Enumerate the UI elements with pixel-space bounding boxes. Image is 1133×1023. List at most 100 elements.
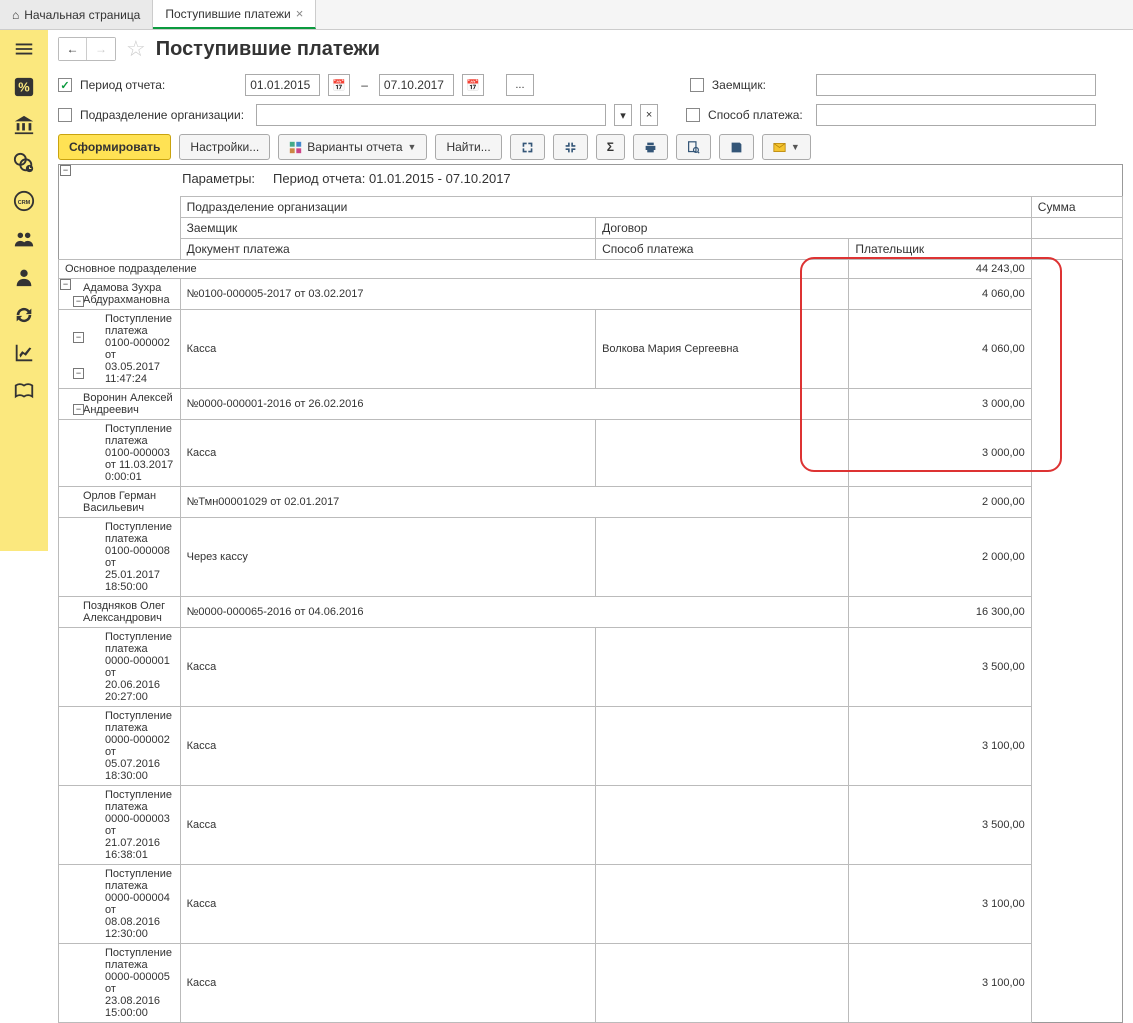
cell-sum: 2 000,00	[849, 518, 1031, 597]
cell-sum: 3 500,00	[849, 628, 1031, 707]
table-row[interactable]: Поступление платежа 0000-000002 от 05.07…	[59, 707, 1123, 786]
percent-icon[interactable]: %	[11, 74, 37, 100]
mail-icon	[773, 141, 786, 154]
save-button[interactable]	[719, 134, 754, 160]
close-icon[interactable]: ×	[296, 6, 304, 21]
date-from-input[interactable]: 01.01.2015	[245, 74, 320, 96]
table-row[interactable]: Адамова Зухра Абдурахмановна№0100-000005…	[59, 279, 1123, 310]
preview-button[interactable]	[676, 134, 711, 160]
crm-icon[interactable]: CRM	[11, 188, 37, 214]
tab-home[interactable]: ⌂ Начальная страница	[0, 0, 153, 29]
paymethod-input[interactable]	[816, 104, 1096, 126]
date-to-input[interactable]: 07.10.2017	[379, 74, 454, 96]
report-table: − − − − − − Параметры: Период отчета: 01…	[58, 164, 1123, 1023]
cell-sum: 3 500,00	[849, 786, 1031, 865]
tree-toggle[interactable]: −	[60, 279, 71, 290]
table-row[interactable]: Воронин Алексей Андреевич№0000-000001-20…	[59, 389, 1123, 420]
cell-sum: 3 000,00	[849, 389, 1031, 420]
books-icon[interactable]	[11, 378, 37, 404]
cell-payer	[596, 865, 849, 944]
menu-icon[interactable]	[11, 36, 37, 62]
cell-payer	[596, 420, 849, 487]
period-ellipsis-button[interactable]: ...	[506, 74, 534, 96]
nav-buttons: ← →	[58, 37, 116, 61]
tree-toggle[interactable]: −	[73, 368, 84, 379]
tree-toggle[interactable]: −	[73, 296, 84, 307]
svg-text:CRM: CRM	[18, 200, 31, 206]
params-label: Параметры:	[182, 171, 255, 186]
cell-mid: Касса	[180, 865, 595, 944]
table-row[interactable]: Орлов Герман Васильевич№Тмн00001029 от 0…	[59, 487, 1123, 518]
tab-home-label: Начальная страница	[24, 8, 140, 22]
params-text: Период отчета: 01.01.2015 - 07.10.2017	[273, 171, 511, 186]
table-row[interactable]: Поздняков Олег Александрович№0000-000065…	[59, 597, 1123, 628]
svg-text:%: %	[18, 80, 30, 95]
tree-toggle[interactable]: −	[73, 332, 84, 343]
person-icon[interactable]	[11, 264, 37, 290]
forward-button[interactable]: →	[87, 38, 115, 60]
cell-name: Поздняков Олег Александрович	[59, 597, 181, 628]
tree-toggle[interactable]: −	[73, 404, 84, 415]
period-label: Период отчета:	[80, 78, 165, 92]
cell-sum: 3 100,00	[849, 944, 1031, 1023]
table-row[interactable]: Поступление платежа 0000-000004 от 08.08…	[59, 865, 1123, 944]
paymethod-checkbox[interactable]	[686, 108, 700, 122]
tree-toggle[interactable]: −	[60, 165, 71, 176]
cell-mid: №0100-000005-2017 от 03.02.2017	[180, 279, 849, 310]
chart-icon[interactable]	[11, 340, 37, 366]
table-row[interactable]: Поступление платежа 0000-000001 от 20.06…	[59, 628, 1123, 707]
table-row[interactable]: Поступление платежа 0000-000003 от 21.07…	[59, 786, 1123, 865]
cell-mid: Касса	[180, 707, 595, 786]
collapse-button[interactable]	[553, 134, 588, 160]
borrower-input[interactable]	[816, 74, 1096, 96]
chevron-down-icon: ▼	[791, 142, 800, 152]
cell-mid: Касса	[180, 944, 595, 1023]
orgdiv-dropdown-icon[interactable]: ▾	[614, 104, 632, 126]
cell-sum: 3 100,00	[849, 865, 1031, 944]
star-icon[interactable]: ☆	[126, 36, 146, 62]
settings-button[interactable]: Настройки...	[179, 134, 270, 160]
content: ← → ☆ Поступившие платежи Период отчета:…	[48, 30, 1133, 551]
mail-button[interactable]: ▼	[762, 134, 811, 160]
orgdiv-checkbox[interactable]	[58, 108, 72, 122]
cell-mid: №0000-000001-2016 от 26.02.2016	[180, 389, 849, 420]
variants-button[interactable]: Варианты отчета ▼	[278, 134, 427, 160]
find-button[interactable]: Найти...	[435, 134, 501, 160]
collapse-icon	[564, 141, 577, 154]
table-row[interactable]: Поступление платежа 0100-000008 от 25.01…	[59, 518, 1123, 597]
table-row[interactable]: Поступление платежа 0000-000005 от 23.08…	[59, 944, 1123, 1023]
cell-sum: 3 000,00	[849, 420, 1031, 487]
people-icon[interactable]	[11, 226, 37, 252]
money-time-icon[interactable]	[11, 150, 37, 176]
orgdiv-label: Подразделение организации:	[80, 108, 244, 122]
cell-payer: Волкова Мария Сергеевна	[596, 310, 849, 389]
dash: –	[358, 78, 371, 92]
back-button[interactable]: ←	[59, 38, 87, 60]
cell-mid: №Тмн00001029 от 02.01.2017	[180, 487, 849, 518]
borrower-checkbox[interactable]	[690, 78, 704, 92]
bank-icon[interactable]	[11, 112, 37, 138]
sidebar: % CRM	[0, 30, 48, 551]
orgdiv-input[interactable]	[256, 104, 606, 126]
period-checkbox[interactable]	[58, 78, 72, 92]
tab-payments[interactable]: Поступившие платежи ×	[153, 0, 316, 29]
cell-payer	[596, 628, 849, 707]
table-row[interactable]: Основное подразделение44 243,00	[59, 260, 1123, 279]
header-orgdiv: Подразделение организации	[180, 197, 1031, 218]
cell-name: Поступление платежа 0000-000005 от 23.08…	[59, 944, 181, 1023]
cell-sum: 4 060,00	[849, 310, 1031, 389]
expand-button[interactable]	[510, 134, 545, 160]
orgdiv-clear-icon[interactable]: ×	[640, 104, 658, 126]
table-row[interactable]: Поступление платежа 0100-000002 от 03.05…	[59, 310, 1123, 389]
cell-name: Поступление платежа 0000-000001 от 20.06…	[59, 628, 181, 707]
cell-name: Орлов Герман Васильевич	[59, 487, 181, 518]
calendar-from-icon[interactable]: 📅	[328, 74, 350, 96]
cell-mid: Касса	[180, 786, 595, 865]
table-row[interactable]: Поступление платежа 0100-000003 от 11.03…	[59, 420, 1123, 487]
calendar-to-icon[interactable]: 📅	[462, 74, 484, 96]
print-button[interactable]	[633, 134, 668, 160]
sum-button[interactable]: Σ	[596, 134, 625, 160]
refresh-icon[interactable]	[11, 302, 37, 328]
generate-button[interactable]: Сформировать	[58, 134, 171, 160]
cell-name: Поступление платежа 0000-000002 от 05.07…	[59, 707, 181, 786]
